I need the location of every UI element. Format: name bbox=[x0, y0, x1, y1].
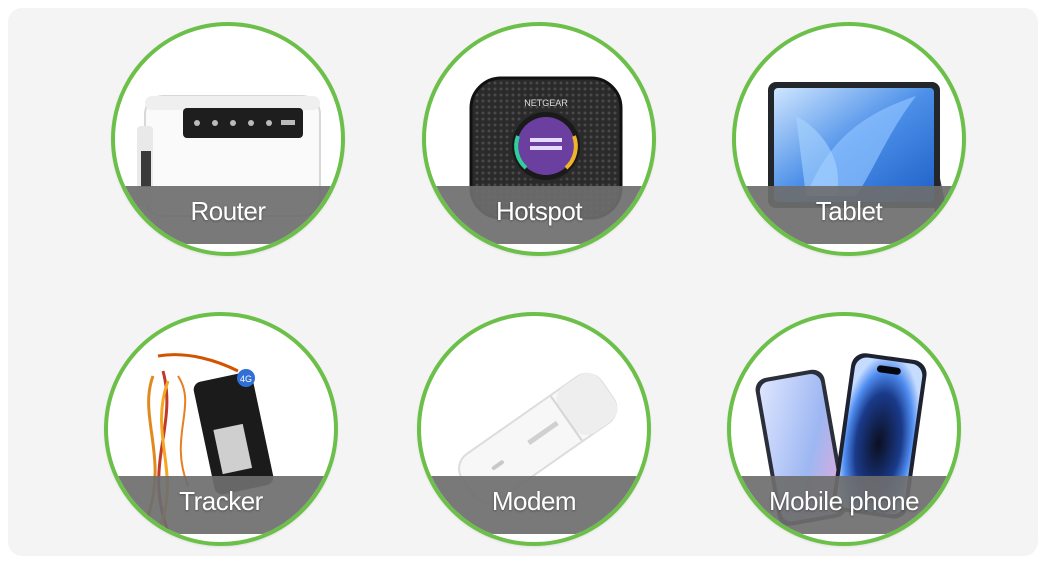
device-label-hotspot: Hotspot bbox=[495, 196, 583, 226]
device-label-mobile-phone: Mobile phone bbox=[768, 486, 920, 516]
hotspot-brand-text: NETGEAR bbox=[524, 98, 568, 108]
device-card-hotspot[interactable]: NETGEAR Hotspot bbox=[422, 22, 656, 256]
device-label-router: Router bbox=[190, 196, 266, 226]
device-label-tracker: Tracker bbox=[179, 486, 263, 516]
device-card-modem[interactable]: Modem bbox=[417, 312, 651, 546]
device-label-tablet: Tablet bbox=[815, 196, 883, 226]
device-label-modem: Modem bbox=[491, 486, 577, 516]
device-card-tracker[interactable]: 4G Tracker bbox=[104, 312, 338, 546]
device-card-tablet[interactable]: Tablet bbox=[732, 22, 966, 256]
tracker-badge-text: 4G bbox=[240, 374, 252, 384]
device-card-router[interactable]: Router bbox=[111, 22, 345, 256]
device-category-panel: Router NETGEAR Hotspot Tablet 4G Tracker… bbox=[8, 8, 1038, 556]
device-card-mobile-phone[interactable]: Mobile phone bbox=[727, 312, 961, 546]
